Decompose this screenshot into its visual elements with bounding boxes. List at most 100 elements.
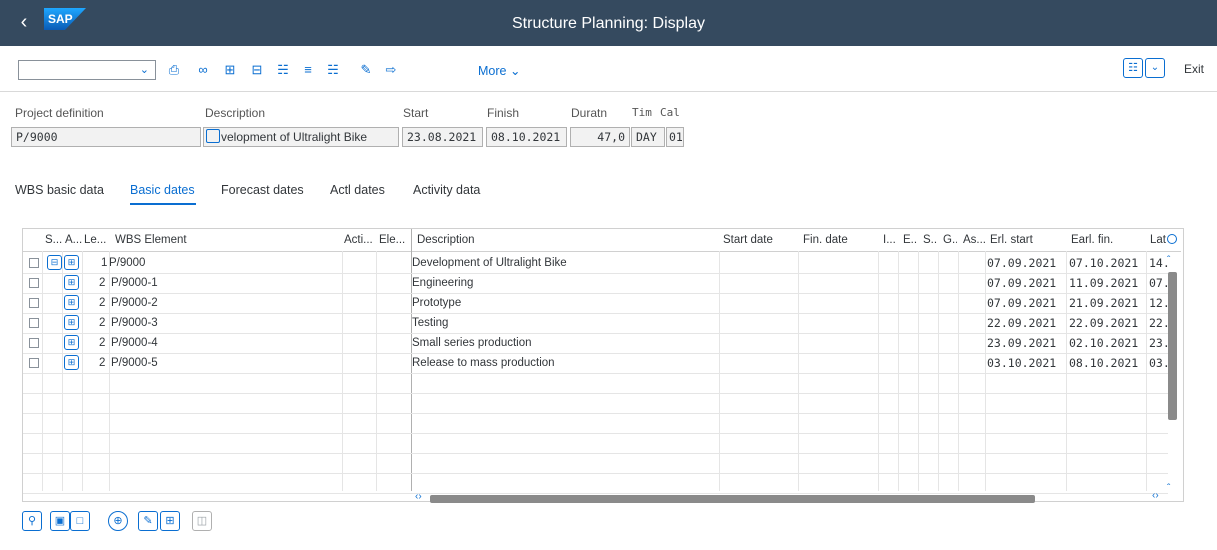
lat-cell: 03. [1149, 356, 1169, 370]
col-header[interactable]: Start date [723, 229, 783, 251]
erl-start-cell: 07.09.2021 [987, 256, 1057, 270]
exit-button[interactable]: Exit [1184, 62, 1204, 76]
level-cell: 2 [99, 357, 106, 369]
scroll-down-icon[interactable]: ˆ [1167, 483, 1170, 494]
wbs-element-cell[interactable]: P/9000-5 [111, 353, 158, 373]
scroll-up-icon[interactable]: ˆ [1167, 255, 1170, 266]
collapse-icon[interactable]: ⊟ [47, 255, 62, 270]
lat-cell: 12. [1149, 296, 1169, 310]
earl-fin-cell: 08.10.2021 [1069, 356, 1139, 370]
start-field[interactable]: 23.08.2021 [402, 127, 483, 147]
col-header[interactable]: Erl. start [990, 229, 1050, 251]
col-header[interactable]: A... [65, 229, 83, 251]
project-definition-field[interactable]: P/9000 [11, 127, 201, 147]
tab-basic-dates[interactable]: Basic dates [130, 183, 195, 197]
edit-icon[interactable]: ✎ [356, 60, 376, 80]
row-selector[interactable] [29, 358, 39, 368]
level-cell: 2 [99, 277, 106, 289]
col-header[interactable]: G... [943, 229, 957, 251]
duration-label: Duratn [571, 106, 608, 120]
col-header[interactable]: Description [417, 229, 537, 251]
row-selector[interactable] [29, 338, 39, 348]
expand-icon[interactable]: ⊞ [64, 275, 79, 290]
select-all-icon[interactable]: ▣ [50, 511, 70, 531]
expand-icon[interactable]: ⊞ [64, 355, 79, 370]
tab-wbs-basic-data[interactable]: WBS basic data [15, 183, 104, 197]
tab-actl-dates[interactable]: Actl dates [330, 183, 385, 197]
scroll-left-icon[interactable]: ‹› [415, 491, 422, 502]
calendar-label: Cal [660, 106, 680, 119]
table-row[interactable]: ⊞ 2 P/9000-3 Testing 22.09.2021 22.09.20… [23, 313, 1169, 334]
chevron-down-icon[interactable]: ⌄ [1145, 58, 1165, 78]
duration-field[interactable]: 47,0 [570, 127, 630, 147]
settings-icon[interactable] [1167, 234, 1177, 244]
edit-icon[interactable]: ✎ [138, 511, 158, 531]
earl-fin-cell: 02.10.2021 [1069, 336, 1139, 350]
command-field[interactable]: ⌄ [18, 60, 156, 80]
col-header[interactable]: Earl. fin. [1071, 229, 1131, 251]
zoom-icon[interactable]: ⚲ [22, 511, 42, 531]
calendar-field[interactable]: 01 [666, 127, 684, 147]
display-icon[interactable]: ☷ [1123, 58, 1143, 78]
earl-fin-cell: 22.09.2021 [1069, 316, 1139, 330]
chevron-down-icon[interactable]: ⌄ [140, 63, 149, 76]
description-cell: Testing [412, 317, 449, 329]
align-icon[interactable]: ≡ [298, 60, 318, 80]
collapse-icon[interactable]: ⊟ [247, 60, 267, 80]
expand-icon[interactable]: ⊞ [64, 335, 79, 350]
expand-icon[interactable]: ⊞ [64, 295, 79, 310]
description-field[interactable]: velopment of Ultralight Bike [203, 127, 399, 147]
wbs-element-cell[interactable]: P/9000-3 [111, 313, 158, 333]
table-row[interactable]: ⊟ ⊞ 1 P/9000 Development of Ultralight B… [23, 253, 1169, 274]
row-selector[interactable] [29, 298, 39, 308]
transfer-icon[interactable]: ⇨ [381, 60, 401, 80]
col-header[interactable]: E... [903, 229, 917, 251]
insert-icon[interactable]: ⊞ [160, 511, 180, 531]
col-header[interactable]: Le... [84, 229, 108, 251]
delete-icon[interactable]: ◫ [192, 511, 212, 531]
wbs-element-cell[interactable]: P/9000-2 [111, 293, 158, 313]
col-header[interactable]: WBS Element [115, 229, 235, 251]
row-selector[interactable] [29, 258, 39, 268]
link-icon[interactable]: ∞ [193, 60, 213, 80]
col-header[interactable]: As... [963, 229, 985, 251]
expand-icon[interactable]: ⊞ [64, 315, 79, 330]
table-row[interactable]: ⊞ 2 P/9000-1 Engineering 07.09.2021 11.0… [23, 273, 1169, 294]
print-icon[interactable]: ⎙ [164, 60, 184, 80]
table-row[interactable]: ⊞ 2 P/9000-5 Release to mass production … [23, 353, 1169, 374]
row-selector[interactable] [29, 278, 39, 288]
expand-icon[interactable]: ⊞ [64, 255, 79, 270]
col-header[interactable]: Lat [1150, 229, 1168, 251]
expand-icon[interactable]: ⊞ [220, 60, 240, 80]
wbs-element-cell[interactable]: P/9000-1 [111, 273, 158, 293]
tab-activity-data[interactable]: Activity data [413, 183, 480, 197]
horizontal-scrollbar[interactable] [430, 495, 1035, 503]
deselect-all-icon[interactable]: □ [70, 511, 90, 531]
col-header[interactable]: Ele... [379, 229, 409, 251]
level-cell: 1 [101, 257, 108, 269]
vertical-scrollbar[interactable] [1168, 272, 1177, 420]
scroll-right-icon[interactable]: ‹› [1152, 490, 1159, 501]
row-selector[interactable] [29, 318, 39, 328]
add-icon[interactable]: ⊕ [108, 511, 128, 531]
col-header[interactable]: Fin. date [803, 229, 863, 251]
hierarchy-icon[interactable]: ☵ [273, 60, 293, 80]
lat-cell: 23. [1149, 336, 1169, 350]
wbs-element-cell[interactable]: P/9000-4 [111, 333, 158, 353]
table-row [23, 373, 1168, 394]
time-unit-field[interactable]: DAY [631, 127, 665, 147]
col-header[interactable]: Acti... [344, 229, 374, 251]
more-menu[interactable]: More ⌄ [478, 63, 520, 78]
col-header[interactable]: S... [923, 229, 937, 251]
col-header[interactable]: I... [883, 229, 897, 251]
structure-icon[interactable]: ☵ [323, 60, 343, 80]
lat-cell: 22. [1149, 316, 1169, 330]
table-row[interactable]: ⊞ 2 P/9000-2 Prototype 07.09.2021 21.09.… [23, 293, 1169, 314]
description-cell: Engineering [412, 277, 474, 289]
value-help-icon[interactable] [206, 129, 220, 143]
wbs-element-cell[interactable]: P/9000 [109, 253, 145, 273]
tab-forecast-dates[interactable]: Forecast dates [221, 183, 304, 197]
col-header[interactable]: S... [45, 229, 65, 251]
finish-field[interactable]: 08.10.2021 [486, 127, 567, 147]
table-row[interactable]: ⊞ 2 P/9000-4 Small series production 23.… [23, 333, 1169, 354]
